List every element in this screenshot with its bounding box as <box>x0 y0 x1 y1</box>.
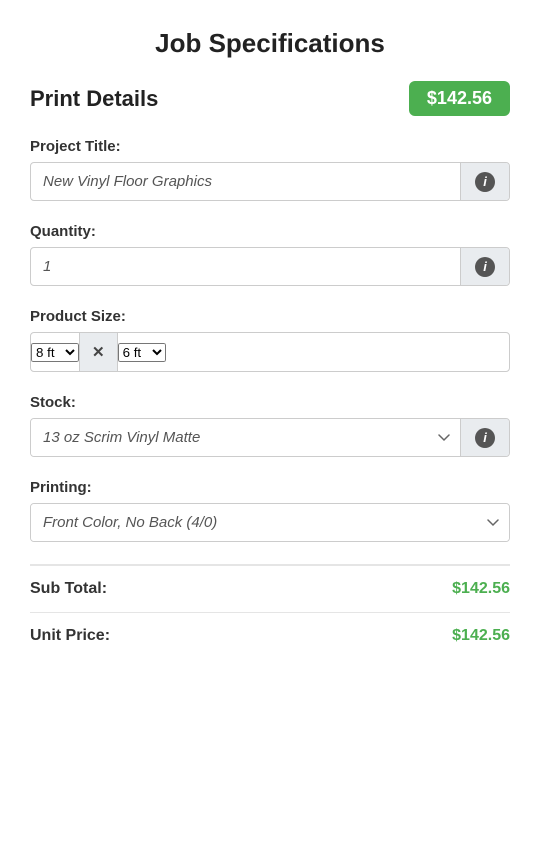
info-icon: i <box>475 428 495 448</box>
quantity-label: Quantity: <box>30 223 510 240</box>
quantity-group: Quantity: i <box>30 223 510 286</box>
info-icon: i <box>475 257 495 277</box>
quantity-input-wrapper: i <box>30 247 510 286</box>
product-size-row: 8 ft 4 ft 6 ft 10 ft ✕ 6 ft 4 ft 8 ft 10… <box>30 332 510 372</box>
section-header: Print Details $142.56 <box>30 81 510 116</box>
stock-select-wrapper: 13 oz Scrim Vinyl Matte 16 oz Scrim Viny… <box>30 418 510 457</box>
project-title-group: Project Title: i <box>30 138 510 201</box>
unit-price-row: Unit Price: $142.56 <box>30 612 510 659</box>
subtotal-label: Sub Total: <box>30 580 107 598</box>
stock-select[interactable]: 13 oz Scrim Vinyl Matte 16 oz Scrim Viny… <box>31 419 460 456</box>
printing-label: Printing: <box>30 479 510 496</box>
product-size-height-select[interactable]: 6 ft 4 ft 8 ft 10 ft <box>118 343 166 362</box>
unit-price-label: Unit Price: <box>30 627 110 645</box>
info-icon: i <box>475 172 495 192</box>
printing-select[interactable]: Front Color, No Back (4/0) Front Color, … <box>31 504 509 541</box>
product-size-width-select[interactable]: 8 ft 4 ft 6 ft 10 ft <box>31 343 79 362</box>
project-title-info-button[interactable]: i <box>460 163 509 200</box>
page-title: Job Specifications <box>30 28 510 59</box>
printing-select-wrapper: Front Color, No Back (4/0) Front Color, … <box>30 503 510 542</box>
project-title-input-wrapper: i <box>30 162 510 201</box>
unit-price-value: $142.56 <box>452 627 510 645</box>
section-title: Print Details <box>30 86 158 112</box>
stock-group: Stock: 13 oz Scrim Vinyl Matte 16 oz Scr… <box>30 394 510 457</box>
product-size-group: Product Size: 8 ft 4 ft 6 ft 10 ft ✕ 6 f… <box>30 308 510 372</box>
project-title-label: Project Title: <box>30 138 510 155</box>
subtotal-row: Sub Total: $142.56 <box>30 565 510 612</box>
quantity-info-button[interactable]: i <box>460 248 509 285</box>
project-title-input[interactable] <box>31 163 460 200</box>
product-size-label: Product Size: <box>30 308 510 325</box>
subtotal-value: $142.56 <box>452 580 510 598</box>
size-close-button[interactable]: ✕ <box>79 333 118 371</box>
printing-group: Printing: Front Color, No Back (4/0) Fro… <box>30 479 510 542</box>
total-price-badge: $142.56 <box>409 81 510 116</box>
quantity-input[interactable] <box>31 248 460 285</box>
stock-info-button[interactable]: i <box>460 419 509 456</box>
stock-label: Stock: <box>30 394 510 411</box>
